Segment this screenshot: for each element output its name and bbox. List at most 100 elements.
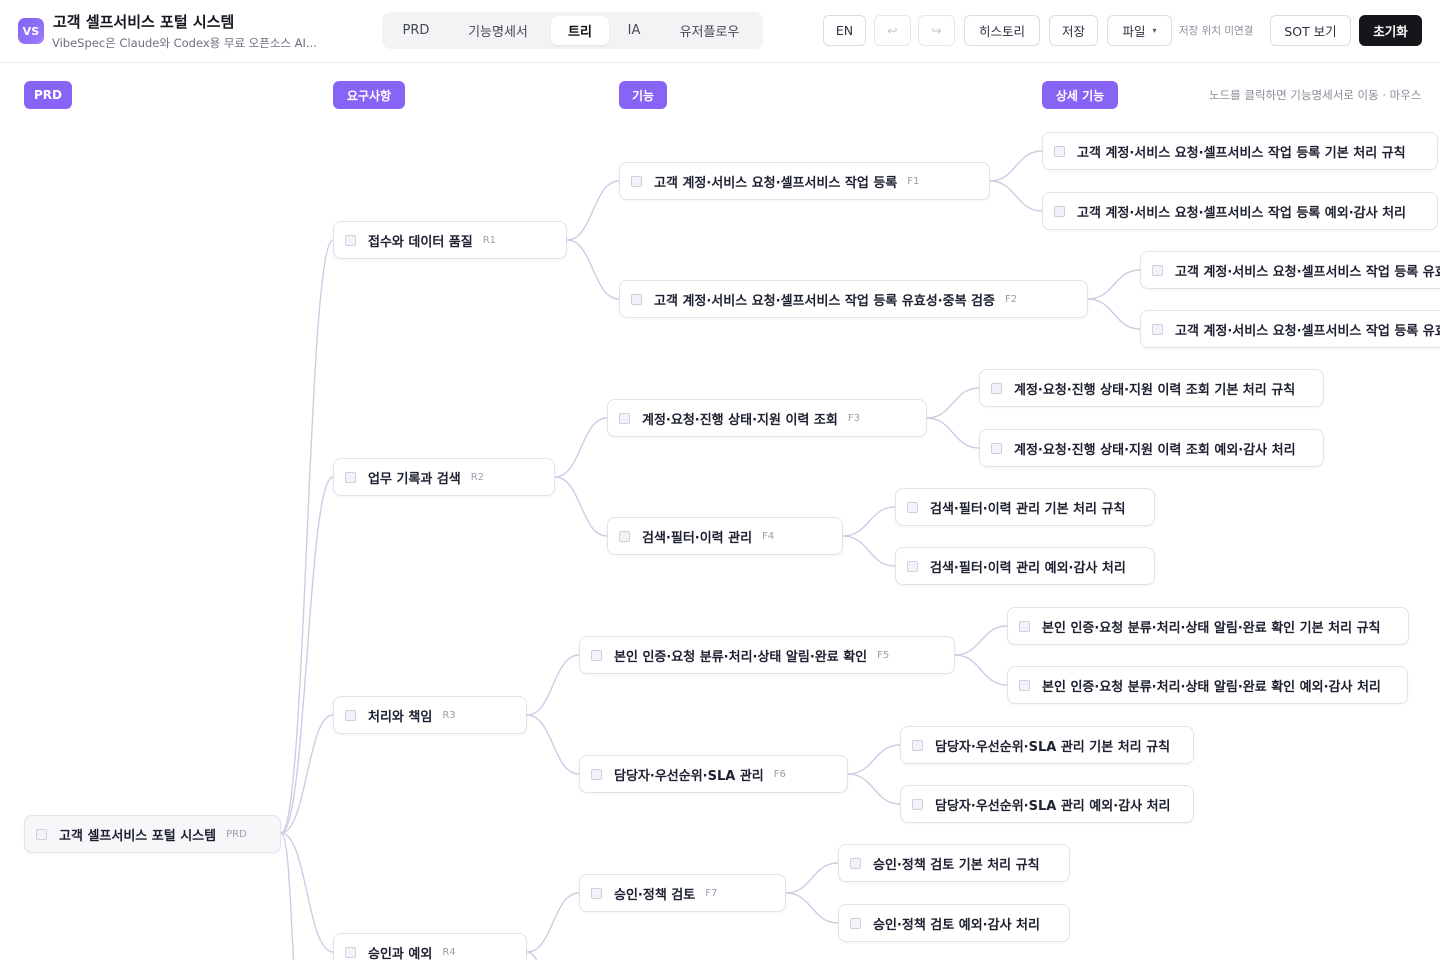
node-checkbox[interactable] [591,768,602,780]
tree-node-detail[interactable]: 담당자·우선순위·SLA 관리 기본 처리 규칙 [900,726,1194,764]
node-id: R2 [470,471,485,483]
tab-feature-spec[interactable]: 기능명세서 [452,16,544,45]
node-label: 승인과 예외 [368,946,433,960]
edge [566,180,620,241]
node-checkbox[interactable] [850,857,861,869]
edge [785,862,839,894]
tree-node-detail[interactable]: 계정·요청·진행 상태·지원 이력 조회 예외·감사 처리 [979,429,1324,467]
edge [847,744,901,775]
tab-prd[interactable]: PRD [386,16,446,45]
tree-node-detail[interactable]: 고객 계정·서비스 요청·셀프서비스 작업 등록 유효 [1140,251,1440,289]
tree-node-feature[interactable]: 본인 인증·요청 분류·처리·상태 알림·완료 확인 F5 [579,636,955,674]
node-checkbox[interactable] [1019,679,1030,691]
tree-node-feature[interactable]: 승인·정책 검토 F7 [579,874,786,912]
edge [954,654,1008,686]
node-checkbox[interactable] [912,739,923,751]
node-checkbox[interactable] [591,649,602,661]
edge [842,506,896,537]
node-label: 계정·요청·진행 상태·지원 이력 조회 [642,412,838,428]
tree-node-requirement[interactable]: 처리와 책임 R3 [333,696,527,734]
tree-node-detail[interactable]: 고객 계정·서비스 요청·셀프서비스 작업 등록 예외·감사 처리 [1042,192,1438,230]
node-checkbox[interactable] [631,175,642,187]
save-button[interactable]: 저장 [1049,15,1098,46]
node-checkbox[interactable] [850,917,861,929]
tree-node-requirement[interactable]: 승인과 예외 R4 [333,933,527,960]
tree-node-feature[interactable]: 검색·필터·이력 관리 F4 [607,517,843,555]
node-label: 고객 셀프서비스 포털 시스템 [59,828,217,844]
edge [554,476,608,537]
tree-node-detail[interactable]: 승인·정책 검토 기본 처리 규칙 [838,844,1070,882]
node-label: 검색·필터·이력 관리 [642,530,753,546]
node-label: 처리와 책임 [368,709,433,725]
undo-button[interactable]: ↩ [874,15,911,46]
node-label: 검색·필터·이력 관리 기본 처리 규칙 [930,501,1126,517]
tree-node-detail[interactable]: 본인 인증·요청 분류·처리·상태 알림·완료 확인 기본 처리 규칙 [1007,607,1409,645]
edge [989,180,1043,212]
node-id: R3 [442,709,456,721]
node-checkbox[interactable] [991,442,1002,454]
node-checkbox[interactable] [907,501,918,513]
edge [280,832,334,953]
node-checkbox[interactable] [619,412,630,424]
node-label: 본인 인증·요청 분류·처리·상태 알림·완료 확인 예외·감사 처리 [1042,679,1381,695]
tab-ia[interactable]: IA [616,16,652,45]
file-menu-button[interactable]: 파일 ▾ [1107,15,1172,46]
node-checkbox[interactable] [631,293,642,305]
node-label: 업무 기록과 검색 [368,471,461,487]
node-checkbox[interactable] [907,560,918,572]
redo-button[interactable]: ↪ [918,15,955,46]
node-checkbox[interactable] [1054,205,1065,217]
edge [526,714,580,775]
tree-node-feature[interactable]: 고객 계정·서비스 요청·셀프서비스 작업 등록 유효성·중복 검증 F2 [619,280,1088,318]
node-checkbox[interactable] [345,471,356,483]
tree-node-detail[interactable]: 담당자·우선순위·SLA 관리 예외·감사 처리 [900,785,1194,823]
tab-userflow[interactable]: 유저플로우 [660,16,759,45]
tree-node-detail[interactable]: 계정·요청·진행 상태·지원 이력 조회 기본 처리 규칙 [979,369,1324,407]
language-button[interactable]: EN [823,15,866,46]
node-checkbox[interactable] [1054,145,1065,157]
node-checkbox[interactable] [1019,620,1030,632]
tree-node-detail[interactable]: 검색·필터·이력 관리 기본 처리 규칙 [895,488,1155,526]
node-id: R4 [442,946,456,958]
node-label: 검색·필터·이력 관리 예외·감사 처리 [930,560,1126,576]
node-label: 고객 계정·서비스 요청·셀프서비스 작업 등록 유효 [1175,323,1440,339]
node-checkbox[interactable] [1152,323,1163,335]
app-logo: VS [18,18,44,44]
tree-node-requirement[interactable]: 접수와 데이터 품질 R1 [333,221,567,259]
node-checkbox[interactable] [991,382,1002,394]
node-checkbox[interactable] [345,946,356,958]
edge [554,417,608,478]
tree-node-root[interactable]: 고객 셀프서비스 포털 시스템 PRD [24,815,281,853]
history-button[interactable]: 히스토리 [964,15,1040,46]
node-id: F6 [773,768,786,780]
chevron-down-icon: ▾ [1152,26,1157,35]
reset-button[interactable]: 초기화 [1359,15,1422,46]
edge [785,892,839,924]
tree-node-feature[interactable]: 계정·요청·진행 상태·지원 이력 조회 F3 [607,399,927,437]
node-id: F3 [847,412,860,424]
node-checkbox[interactable] [591,887,602,899]
node-id: F7 [705,887,718,899]
tree-node-detail[interactable]: 본인 인증·요청 분류·처리·상태 알림·완료 확인 예외·감사 처리 [1007,666,1408,704]
tab-tree[interactable]: 트리 [551,16,609,45]
node-checkbox[interactable] [345,709,356,721]
node-checkbox[interactable] [912,798,923,810]
tree-node-feature[interactable]: 담당자·우선순위·SLA 관리 F6 [579,755,848,793]
node-label: 담당자·우선순위·SLA 관리 [614,768,764,784]
node-checkbox[interactable] [36,828,47,840]
node-label: 계정·요청·진행 상태·지원 이력 조회 예외·감사 처리 [1014,442,1296,458]
node-checkbox[interactable] [345,234,356,246]
node-label: 고객 계정·서비스 요청·셀프서비스 작업 등록 유효성·중복 검증 [654,293,995,309]
edge [1087,269,1141,300]
tree-node-feature[interactable]: 고객 계정·서비스 요청·셀프서비스 작업 등록 F1 [619,162,990,200]
tree-node-detail[interactable]: 고객 계정·서비스 요청·셀프서비스 작업 등록 유효 [1140,310,1440,348]
tree-node-detail[interactable]: 고객 계정·서비스 요청·셀프서비스 작업 등록 기본 처리 규칙 [1042,132,1438,170]
tree-node-detail[interactable]: 검색·필터·이력 관리 예외·감사 처리 [895,547,1155,585]
sot-view-button[interactable]: SOT 보기 [1270,15,1351,46]
app-title: 고객 셀프서비스 포털 시스템 [53,13,235,31]
node-checkbox[interactable] [619,530,630,542]
tree-node-detail[interactable]: 승인·정책 검토 예외·감사 처리 [838,904,1070,942]
node-checkbox[interactable] [1152,264,1163,276]
tree-canvas[interactable]: PRD 요구사항 기능 상세 기능 노드를 클릭하면 기능명세서로 이동 · 마… [0,64,1440,960]
tree-node-requirement[interactable]: 업무 기록과 검색 R2 [333,458,555,496]
